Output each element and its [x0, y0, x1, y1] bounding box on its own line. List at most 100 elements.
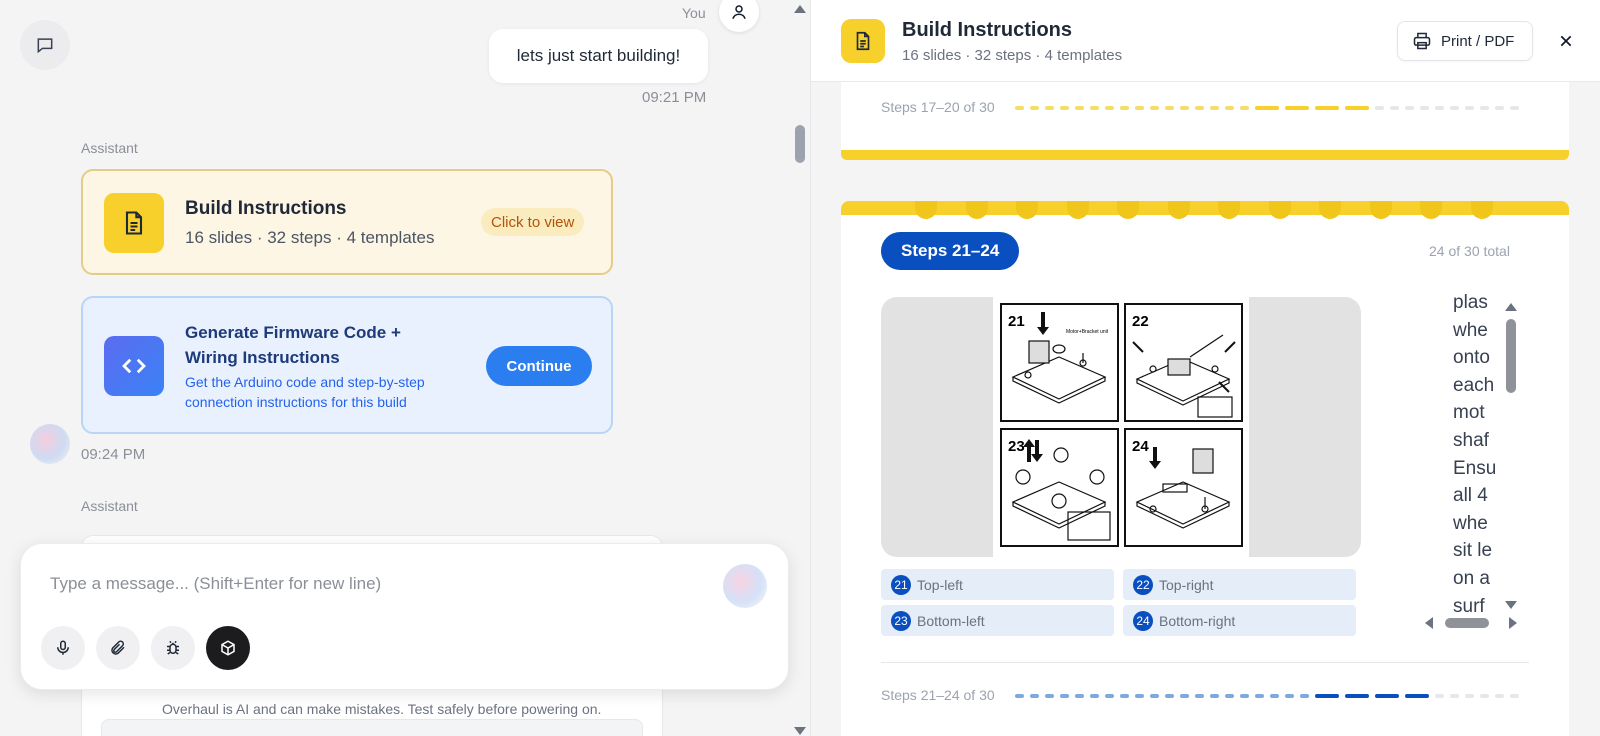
user-message-time: 09:21 PM: [642, 89, 707, 106]
chat-panel: You lets just start building! 09:21 PM A…: [0, 0, 810, 736]
scroll-down-arrow-icon[interactable]: [794, 727, 806, 735]
slide-stud: [1167, 201, 1190, 219]
viewer-title: Build Instructions: [902, 19, 1072, 41]
progress-step-22: [1345, 694, 1369, 698]
chip-number: 23: [891, 610, 911, 631]
progress-step-11: [1165, 694, 1174, 698]
chat-history-button[interactable]: [20, 20, 70, 70]
description-line: mot: [1453, 402, 1485, 424]
chip-number: 21: [891, 574, 911, 595]
build-card-title: Build Instructions: [185, 198, 347, 219]
progress-step-2: [1030, 106, 1039, 110]
progress-step-4: [1060, 106, 1069, 110]
document-icon: [104, 193, 164, 253]
panel-note: Motor+Bracket unit: [1066, 329, 1109, 335]
code-icon: [104, 336, 164, 396]
slide-stud: [1268, 201, 1291, 219]
progress-step-26: [1450, 106, 1459, 110]
progress-step-28: [1480, 106, 1489, 110]
user-message-bubble: lets just start building!: [489, 29, 708, 83]
progress-step-22: [1390, 106, 1399, 110]
progress-step-15: [1225, 694, 1234, 698]
scroll-thumb[interactable]: [795, 125, 805, 163]
panel-number-21: 21: [1008, 313, 1025, 330]
sender-label-you: You: [682, 5, 706, 21]
scroll-down-arrow-icon[interactable]: [1505, 601, 1517, 609]
steps-total-label: 24 of 30 total: [1429, 243, 1510, 259]
instruction-image-frame[interactable]: 21 22 23 24 Motor+Bracket unit: [881, 297, 1361, 557]
instruction-sheet: 21 22 23 24 Motor+Bracket unit: [993, 297, 1249, 557]
scroll-right-arrow-icon[interactable]: [1509, 617, 1517, 629]
progress-step-19: [1315, 106, 1339, 110]
progress-step-19: [1285, 694, 1294, 698]
close-viewer-button[interactable]: [1551, 26, 1581, 56]
scroll-thumb[interactable]: [1506, 319, 1516, 393]
build-mode-button[interactable]: [206, 626, 250, 670]
chat-scrollbar[interactable]: [791, 0, 809, 736]
progress-step-18: [1285, 106, 1309, 110]
microphone-button[interactable]: [41, 626, 85, 670]
panel-number-22: 22: [1132, 313, 1149, 330]
click-to-view-badge[interactable]: Click to view: [481, 208, 585, 236]
chip-bottom-right: 24 Bottom-right: [1123, 605, 1356, 636]
assistant-message-time: 09:24 PM: [81, 446, 146, 463]
previous-slide-progress-label: Steps 17–20 of 30: [881, 99, 995, 115]
firmware-card-description: Get the Arduino code and step-by-step co…: [185, 374, 425, 410]
assistant-label: Assistant: [81, 498, 138, 514]
chip-label: Bottom-left: [917, 612, 985, 629]
assistant-label: Assistant: [81, 140, 138, 156]
scroll-thumb[interactable]: [1445, 618, 1489, 628]
attach-button[interactable]: [96, 626, 140, 670]
progress-step-21: [1375, 106, 1384, 110]
scroll-up-arrow-icon[interactable]: [1505, 303, 1517, 311]
message-composer: Type a message... (Shift+Enter for new l…: [20, 543, 789, 690]
scroll-left-arrow-icon[interactable]: [1425, 617, 1433, 629]
chip-bottom-left: 23 Bottom-left: [881, 605, 1114, 636]
description-horizontal-scrollbar[interactable]: [1423, 615, 1519, 631]
progress-step-14: [1210, 106, 1219, 110]
progress-step-26: [1450, 694, 1459, 698]
continue-button[interactable]: Continue: [486, 346, 592, 386]
bug-icon: [167, 640, 179, 655]
progress-step-27: [1465, 106, 1474, 110]
progress-step-8: [1120, 106, 1129, 110]
progress-step-6: [1090, 694, 1099, 698]
progress-step-13: [1195, 106, 1204, 110]
description-vertical-scrollbar[interactable]: [1503, 301, 1519, 611]
progress-step-23: [1405, 106, 1414, 110]
progress-step-10: [1150, 106, 1159, 110]
ai-disclaimer: Overhaul is AI and can make mistakes. Te…: [162, 701, 602, 717]
assembly-diagram: 21 22 23 24 Motor+Bracket unit: [1000, 303, 1243, 547]
printer-icon: [1413, 32, 1431, 50]
assistant-card-inner-box: [101, 719, 643, 736]
chip-top-right: 22 Top-right: [1123, 569, 1356, 600]
slide-stud: [1369, 201, 1392, 219]
slide-stud: [1066, 201, 1089, 219]
progress-step-3: [1045, 694, 1054, 698]
chip-number: 22: [1133, 574, 1153, 595]
debug-button[interactable]: [151, 626, 195, 670]
progress-step-20: [1300, 694, 1309, 698]
progress-step-7: [1105, 106, 1114, 110]
progress-step-28: [1480, 694, 1489, 698]
description-line: surf: [1453, 595, 1485, 617]
chip-label: Top-left: [917, 576, 963, 593]
progress-step-5: [1075, 106, 1084, 110]
progress-step-7: [1105, 694, 1114, 698]
steps-badge: Steps 21–24: [881, 232, 1020, 270]
message-input[interactable]: Type a message... (Shift+Enter for new l…: [50, 574, 381, 594]
firmware-card[interactable]: Generate Firmware Code + Wiring Instruct…: [81, 296, 613, 434]
progress-step-24: [1420, 106, 1429, 110]
progress-step-21: [1315, 694, 1339, 698]
print-pdf-button[interactable]: Print / PDF: [1397, 21, 1533, 61]
build-instructions-card[interactable]: Build Instructions 16 slides · 32 steps …: [81, 169, 613, 275]
scroll-up-arrow-icon[interactable]: [794, 5, 806, 13]
progress-step-4: [1060, 694, 1069, 698]
chip-number: 24: [1133, 610, 1153, 631]
progress-step-8: [1120, 694, 1129, 698]
progress-step-25: [1435, 694, 1444, 698]
slide-stud: [1016, 201, 1038, 219]
chat-bubble-icon: [37, 38, 53, 54]
current-slide: Steps 21–24 24 of 30 total 21 22 23 24 M…: [841, 201, 1569, 736]
slide-stud: [915, 201, 937, 219]
